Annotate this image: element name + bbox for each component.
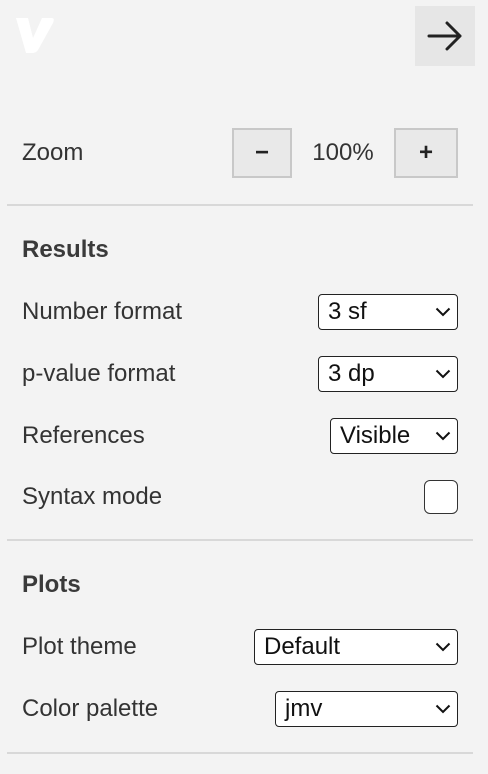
chevron-down-icon bbox=[435, 369, 451, 379]
references-value: Visible bbox=[340, 422, 411, 449]
divider bbox=[7, 752, 473, 754]
plot-theme-select[interactable]: Default bbox=[254, 629, 458, 665]
number-format-label: Number format bbox=[22, 298, 183, 325]
syntax-mode-row: Syntax mode bbox=[22, 477, 458, 517]
arrow-right-icon bbox=[427, 21, 462, 51]
pvalue-format-value: 3 dp bbox=[328, 360, 375, 387]
settings-header bbox=[0, 0, 488, 70]
color-palette-value: jmv bbox=[285, 695, 323, 722]
zoom-out-button[interactable]: − bbox=[232, 128, 292, 178]
settings-panel: Zoom − 100% + Results Number format 3 sf… bbox=[0, 0, 488, 774]
references-select[interactable]: Visible bbox=[330, 418, 458, 454]
plot-theme-row: Plot theme Default bbox=[22, 627, 458, 667]
color-palette-label: Color palette bbox=[22, 695, 159, 722]
divider bbox=[7, 539, 473, 541]
chevron-down-icon bbox=[435, 704, 451, 714]
syntax-mode-checkbox[interactable] bbox=[424, 480, 458, 514]
number-format-value: 3 sf bbox=[328, 298, 367, 325]
zoom-controls: − 100% + bbox=[232, 128, 458, 178]
jamovi-logo-icon bbox=[16, 18, 54, 53]
plots-section-title: Plots bbox=[22, 571, 81, 598]
zoom-in-button[interactable]: + bbox=[394, 128, 458, 178]
pvalue-format-row: p-value format 3 dp bbox=[22, 354, 458, 394]
zoom-row: Zoom − 100% + bbox=[22, 128, 458, 178]
zoom-value: 100% bbox=[312, 139, 374, 166]
syntax-mode-label: Syntax mode bbox=[22, 483, 163, 510]
chevron-down-icon bbox=[435, 307, 451, 317]
collapse-panel-button[interactable] bbox=[415, 6, 475, 66]
color-palette-row: Color palette jmv bbox=[22, 689, 458, 729]
chevron-down-icon bbox=[435, 431, 451, 441]
pvalue-format-select[interactable]: 3 dp bbox=[318, 356, 458, 392]
pvalue-format-label: p-value format bbox=[22, 360, 176, 387]
plot-theme-value: Default bbox=[264, 633, 341, 660]
references-label: References bbox=[22, 422, 145, 449]
chevron-down-icon bbox=[435, 642, 451, 652]
number-format-select[interactable]: 3 sf bbox=[318, 294, 458, 330]
plot-theme-label: Plot theme bbox=[22, 633, 137, 660]
results-section-title: Results bbox=[22, 236, 109, 263]
zoom-label: Zoom bbox=[22, 139, 84, 166]
number-format-row: Number format 3 sf bbox=[22, 292, 458, 332]
divider bbox=[7, 204, 473, 206]
references-row: References Visible bbox=[22, 416, 458, 456]
color-palette-select[interactable]: jmv bbox=[275, 691, 458, 727]
